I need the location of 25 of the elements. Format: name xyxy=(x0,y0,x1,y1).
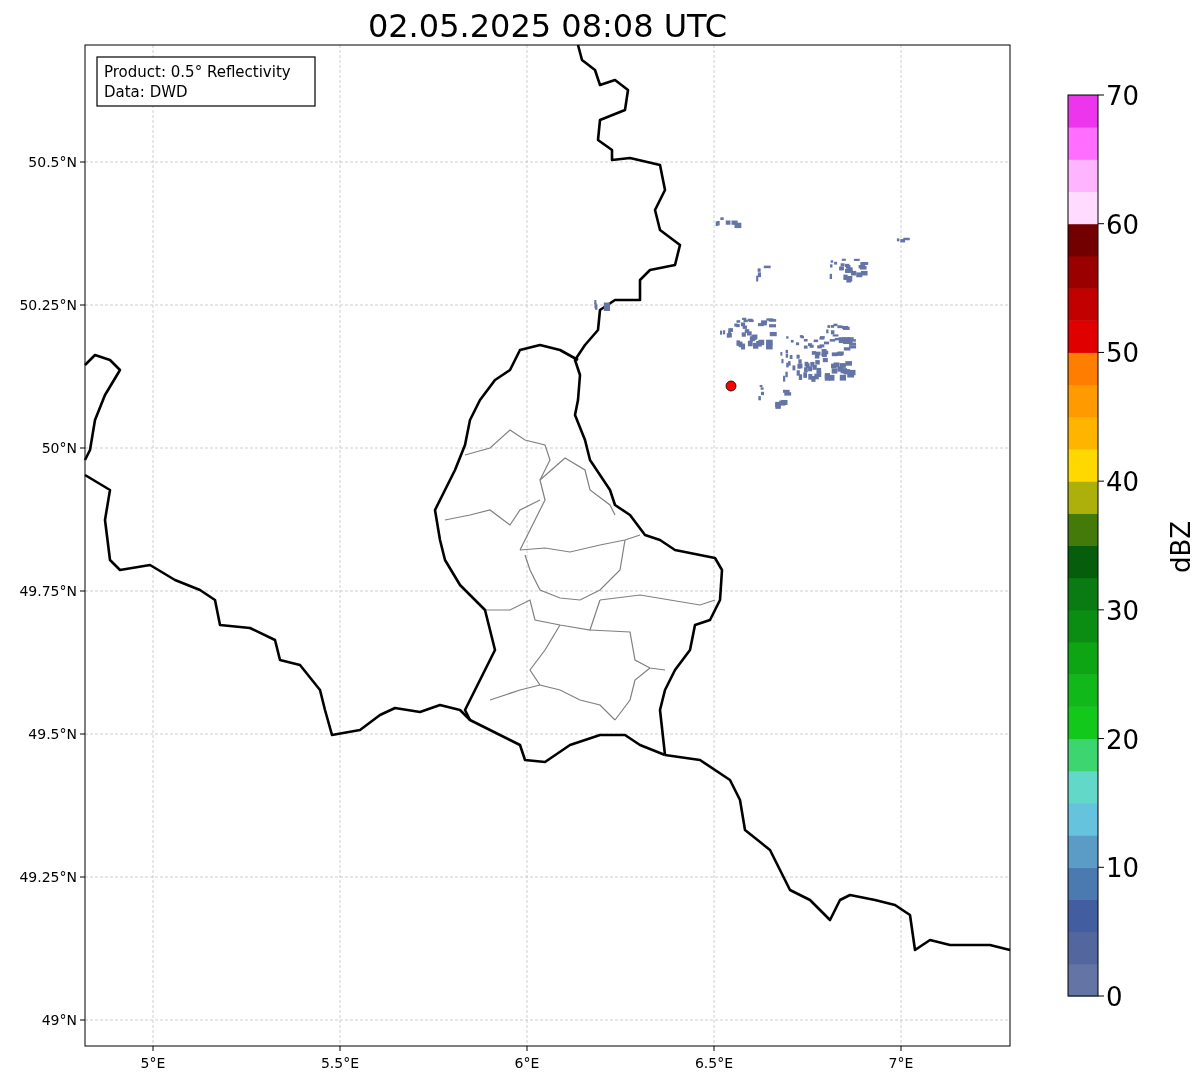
longitude-label: 7°E xyxy=(888,1055,914,1071)
latitude-label: 49°N xyxy=(41,1012,77,1028)
longitude-label: 5°E xyxy=(140,1055,166,1071)
latitude-label: 49.75°N xyxy=(19,583,77,599)
colorbar-tick-label: 60 xyxy=(1106,209,1140,240)
colorbar-tick-label: 70 xyxy=(1106,81,1140,111)
latitude-label: 50.5°N xyxy=(28,154,77,170)
chart-title: 02.05.2025 08:08 UTC xyxy=(367,7,728,45)
info-text: Product: 0.5° Reflectivity xyxy=(104,63,291,81)
radar-site-marker xyxy=(725,380,737,392)
longitude-label: 5.5°E xyxy=(320,1055,360,1071)
colorbar-tick-label: 30 xyxy=(1106,595,1140,626)
latitude-label: 50°N xyxy=(41,440,77,456)
latitude-label: 50.25°N xyxy=(19,297,77,313)
colorbar-label: dBZ xyxy=(1166,520,1196,574)
longitude-label: 6°E xyxy=(514,1055,540,1071)
latitude-label: 49.25°N xyxy=(19,869,77,885)
longitude-label: 6.5°E xyxy=(694,1055,734,1071)
info-text: Data: DWD xyxy=(104,83,188,101)
latitude-label: 49.5°N xyxy=(28,726,77,742)
colorbar-tick-label: 0 xyxy=(1106,982,1123,1012)
colorbar-tick-label: 40 xyxy=(1106,467,1140,498)
colorbar-tick-label: 20 xyxy=(1106,724,1140,755)
colorbar-tick-label: 50 xyxy=(1106,338,1140,369)
colorbar-tick-label: 10 xyxy=(1106,853,1140,884)
